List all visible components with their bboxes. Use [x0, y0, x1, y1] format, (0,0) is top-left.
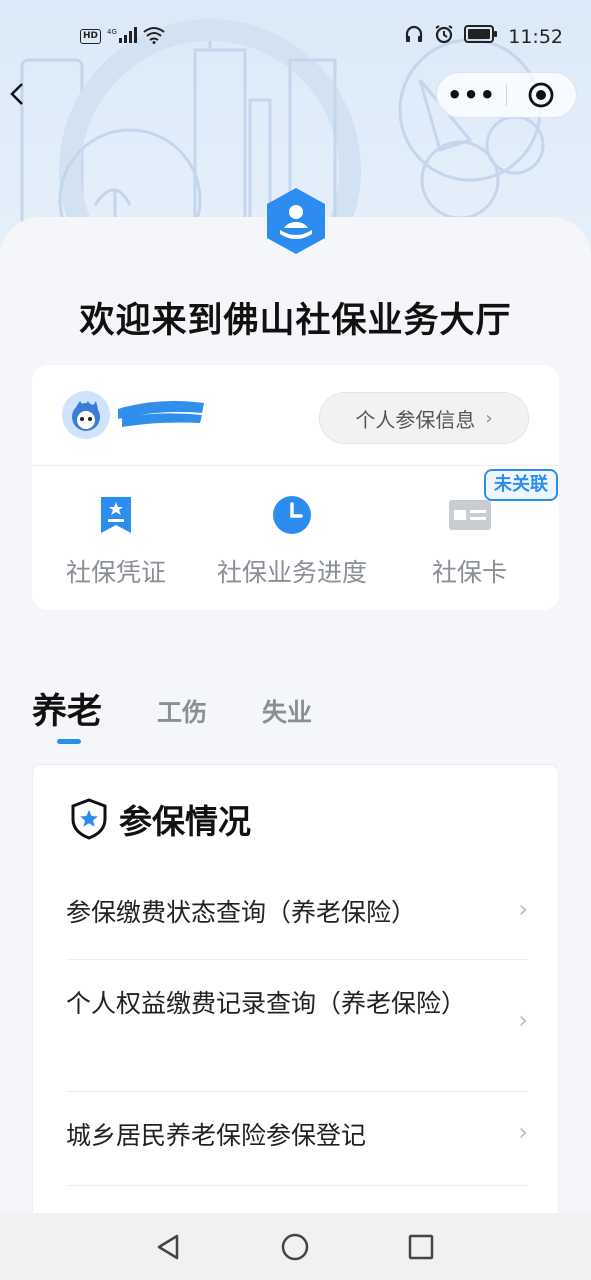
- quick-item-progress[interactable]: 社保业务进度: [217, 493, 367, 589]
- back-button[interactable]: [8, 80, 32, 112]
- list-item-label: 城乡居民养老保险参保登记: [66, 1121, 367, 1150]
- quick-item-label: 社保卡: [432, 558, 508, 587]
- shield-hand-logo-icon: [264, 186, 328, 256]
- section-title: 参保情况: [119, 802, 251, 841]
- miniprogram-capsule: •••: [436, 72, 577, 118]
- user-card: 个人参保信息 › 社保凭证 社保业务进度 社保卡 未关联: [32, 365, 559, 610]
- quick-item-social-card[interactable]: 社保卡: [432, 493, 507, 589]
- list-item[interactable]: 个人权益缴费记录查询（养老保险） ›: [66, 960, 528, 1092]
- unlinked-badge: 未关联: [484, 469, 558, 501]
- card-icon: [448, 500, 491, 530]
- clock-icon: [273, 496, 311, 534]
- circle-home-icon: [281, 1233, 309, 1261]
- chevron-right-icon: ›: [518, 1006, 528, 1034]
- list-item[interactable]: 城乡居民养老保险参保登记 ›: [66, 1092, 528, 1186]
- nav-home-button[interactable]: [279, 1231, 311, 1263]
- insurance-status-card: 参保情况 参保缴费状态查询（养老保险） › 个人权益缴费记录查询（养老保险） ›…: [32, 764, 559, 1224]
- quick-item-certificate[interactable]: 社保凭证: [66, 493, 166, 589]
- personal-insurance-info-button[interactable]: 个人参保信息 ›: [319, 392, 529, 444]
- shield-star-icon: [71, 798, 107, 840]
- list-item-label: 参保缴费状态查询（养老保险）: [66, 898, 417, 927]
- chevron-right-icon: ›: [485, 407, 493, 429]
- section-header: 参保情况: [69, 795, 251, 843]
- close-button[interactable]: [507, 81, 576, 109]
- page-title: 欢迎来到佛山社保业务大厅: [79, 301, 512, 341]
- status-bar: HD 4G 11:52: [0, 0, 591, 76]
- back-chevron-icon: [10, 83, 23, 105]
- chevron-right-icon: ›: [518, 1118, 528, 1146]
- alarm-icon: [434, 24, 454, 49]
- tab-work-injury[interactable]: 工伤: [157, 693, 207, 729]
- active-tab-indicator: [57, 739, 81, 744]
- card-divider: [32, 465, 559, 466]
- signal-icon: 4G: [107, 27, 138, 46]
- triangle-back-icon: [157, 1234, 179, 1260]
- battery-icon: [464, 25, 498, 48]
- close-target-icon: [529, 82, 554, 108]
- info-button-label: 个人参保信息: [355, 407, 476, 432]
- hd-badge: HD: [80, 29, 102, 44]
- quick-item-label: 社保业务进度: [217, 558, 368, 587]
- tab-unemployment[interactable]: 失业: [262, 693, 312, 729]
- nav-back-button[interactable]: [153, 1231, 185, 1263]
- avatar: [62, 391, 110, 439]
- headphones-icon: [404, 24, 424, 49]
- redacted-user-name: [116, 397, 206, 429]
- insurance-tabs: 养老 工伤 失业: [0, 685, 591, 745]
- square-recents-icon: [408, 1234, 434, 1260]
- system-nav-bar: [0, 1213, 591, 1280]
- network-type-label: 4G: [107, 28, 117, 36]
- certificate-icon: [101, 497, 131, 533]
- chevron-right-icon: ›: [518, 895, 528, 923]
- wifi-icon: [143, 26, 165, 47]
- list-item-label: 个人权益缴费记录查询（养老保险）: [66, 989, 467, 1018]
- more-button[interactable]: •••: [437, 81, 506, 109]
- clock-time: 11:52: [508, 25, 563, 48]
- more-icon: •••: [446, 81, 497, 109]
- quick-item-label: 社保凭证: [66, 558, 167, 587]
- list-item[interactable]: 参保缴费状态查询（养老保险） ›: [66, 875, 528, 960]
- tab-pension[interactable]: 养老: [32, 683, 102, 734]
- nav-recents-button[interactable]: [405, 1231, 437, 1263]
